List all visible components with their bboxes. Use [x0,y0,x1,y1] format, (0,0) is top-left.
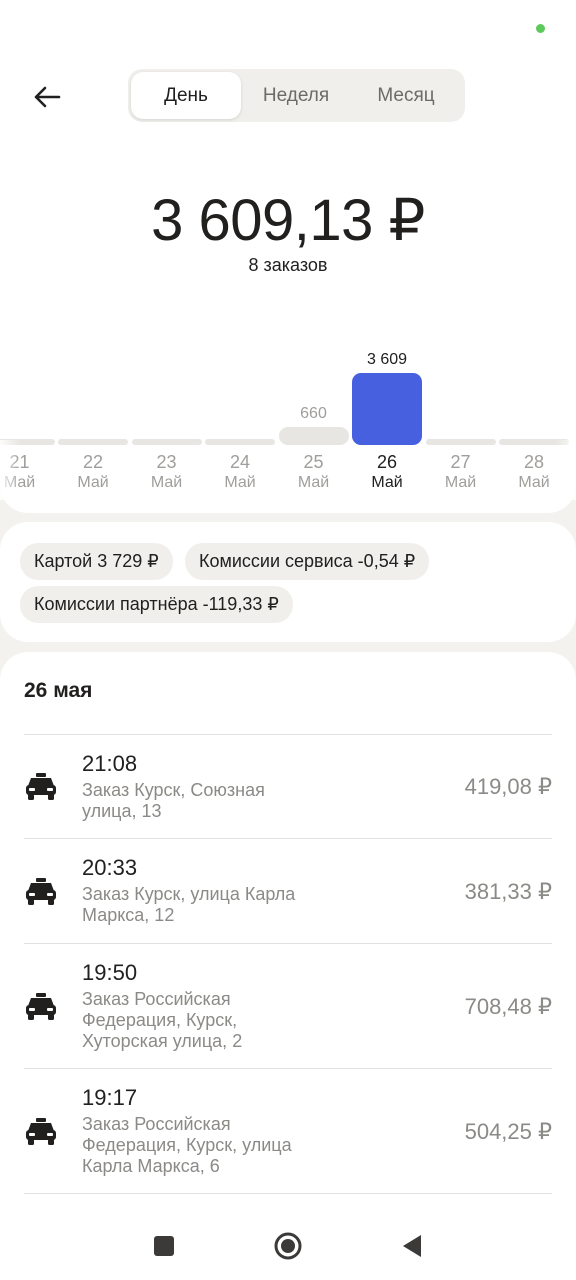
chart-day-month: Май [518,474,550,491]
order-address: Заказ Российская Федерация, Курск, улица… [82,1114,292,1176]
order-time: 19:50 [82,960,138,985]
home-circle-icon [274,1232,302,1260]
chart-day-number: 23 [156,452,177,472]
chart-bar-24[interactable] [205,439,275,445]
order-row[interactable]: 20:33 Заказ Курск, улица Карла Маркса, 12… [24,838,552,943]
order-address: Заказ Курск, Союзная улица, 13 [82,780,265,821]
chart-bar-23[interactable] [131,439,202,445]
chart-day-month: Май [150,474,183,491]
back-button[interactable] [26,76,68,118]
chart-bar-label: 660 [300,405,327,422]
period-switcher: День Неделя Месяц [128,69,465,122]
order-time: 20:33 [82,855,138,880]
orders-date-heading: 26 мая [24,679,93,702]
order-time: 21:08 [82,751,138,776]
earnings-chart: 21Май22Май23Май24Май66025Май3 60926Май27… [0,340,576,500]
tab-day[interactable]: День [131,72,241,119]
breakdown-card: Картой 3 729 ₽ Комиссии сервиса -0,54 ₽ … [0,522,576,642]
chart-day-month: Май [444,474,477,491]
order-address: Заказ Российская Федерация, Курск, Хутор… [82,989,243,1051]
chart-fade-left [0,440,20,500]
chart-day-month: Май [77,474,109,491]
chip-partner-fee[interactable]: Комиссии партнёра -119,33 ₽ [20,586,293,623]
chart-bar-22[interactable] [58,439,128,445]
order-address: Заказ Курск, улица Карла Маркса, 12 [82,884,296,925]
chart-day-number: 28 [523,452,545,472]
taxi-car-icon [26,1118,56,1145]
nav-back-button[interactable] [396,1230,428,1262]
chart-bar-25[interactable] [278,427,349,445]
taxi-car-icon [26,877,56,905]
tab-month[interactable]: Месяц [351,72,461,119]
chart-bar-label: 3 609 [366,351,408,368]
order-price: 504,25 ₽ [464,1119,552,1144]
order-price: 419,08 ₽ [464,774,552,799]
arrow-left-icon [34,86,61,108]
chart-bar-26[interactable] [352,373,422,445]
chart-day-number: 22 [82,452,104,472]
chart-day-month: Май [297,474,330,491]
home-button[interactable] [272,1230,304,1262]
order-row[interactable]: 19:50 Заказ Российская Федерация, Курск, … [24,943,552,1068]
chart-fade-right [556,440,576,500]
chart-day-number: 27 [450,452,471,472]
order-row[interactable]: 21:08 Заказ Курск, Союзная улица, 13 419,0… [24,734,552,838]
chart-day-number: 25 [303,452,324,472]
chip-service-fee[interactable]: Комиссии сервиса -0,54 ₽ [185,543,430,580]
taxi-car-icon [26,992,56,1020]
chart-day-number: 26 [376,452,398,472]
status-indicator-dot [536,24,545,33]
recents-button[interactable] [148,1230,180,1262]
taxi-car-icon [26,773,56,800]
system-navbar [0,1212,576,1280]
total-earnings: 3 609,13 ₽ [151,188,425,253]
orders-count: 8 заказов [248,255,328,275]
tab-week[interactable]: Неделя [241,72,351,119]
order-price: 708,48 ₽ [464,993,552,1019]
back-triangle-icon [403,1235,421,1257]
recents-square-icon [154,1236,174,1256]
order-price: 381,33 ₽ [464,878,552,904]
chart-day-number: 24 [229,452,251,472]
order-row[interactable]: 19:17 Заказ Российская Федерация, Курск, … [24,1068,552,1194]
chart-bar-27[interactable] [425,439,496,445]
chart-day-month: Май [224,474,256,491]
order-time: 19:17 [82,1085,138,1110]
chip-card-payment[interactable]: Картой 3 729 ₽ [20,543,173,580]
chart-day-month: Май [371,474,403,491]
